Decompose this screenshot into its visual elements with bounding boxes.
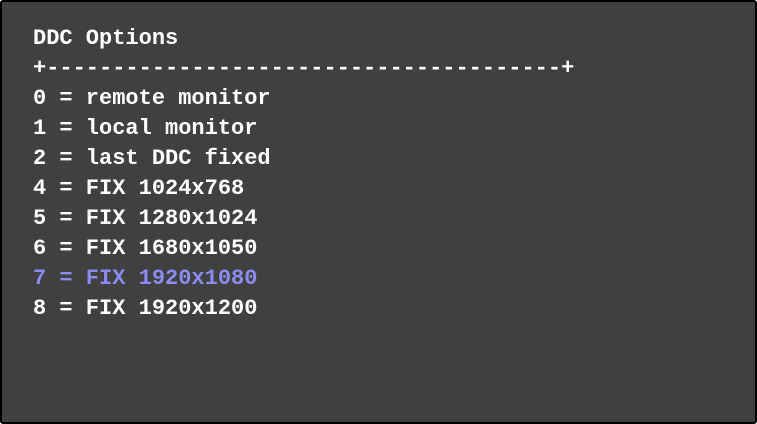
option-fix-1920x1080[interactable]: 7 = FIX 1920x1080 [33, 264, 755, 294]
menu-separator: +---------------------------------------… [33, 56, 575, 81]
osd-menu-screen: DDC Options +---------------------------… [0, 0, 757, 424]
option-remote-monitor[interactable]: 0 = remote monitor [33, 84, 755, 114]
option-last-ddc-fixed[interactable]: 2 = last DDC fixed [33, 144, 755, 174]
option-fix-1280x1024[interactable]: 5 = FIX 1280x1024 [33, 204, 755, 234]
option-fix-1024x768[interactable]: 4 = FIX 1024x768 [33, 174, 755, 204]
option-fix-1920x1200[interactable]: 8 = FIX 1920x1200 [33, 294, 755, 324]
option-local-monitor[interactable]: 1 = local monitor [33, 114, 755, 144]
option-fix-1680x1050[interactable]: 6 = FIX 1680x1050 [33, 234, 755, 264]
menu-title: DDC Options [33, 26, 179, 51]
